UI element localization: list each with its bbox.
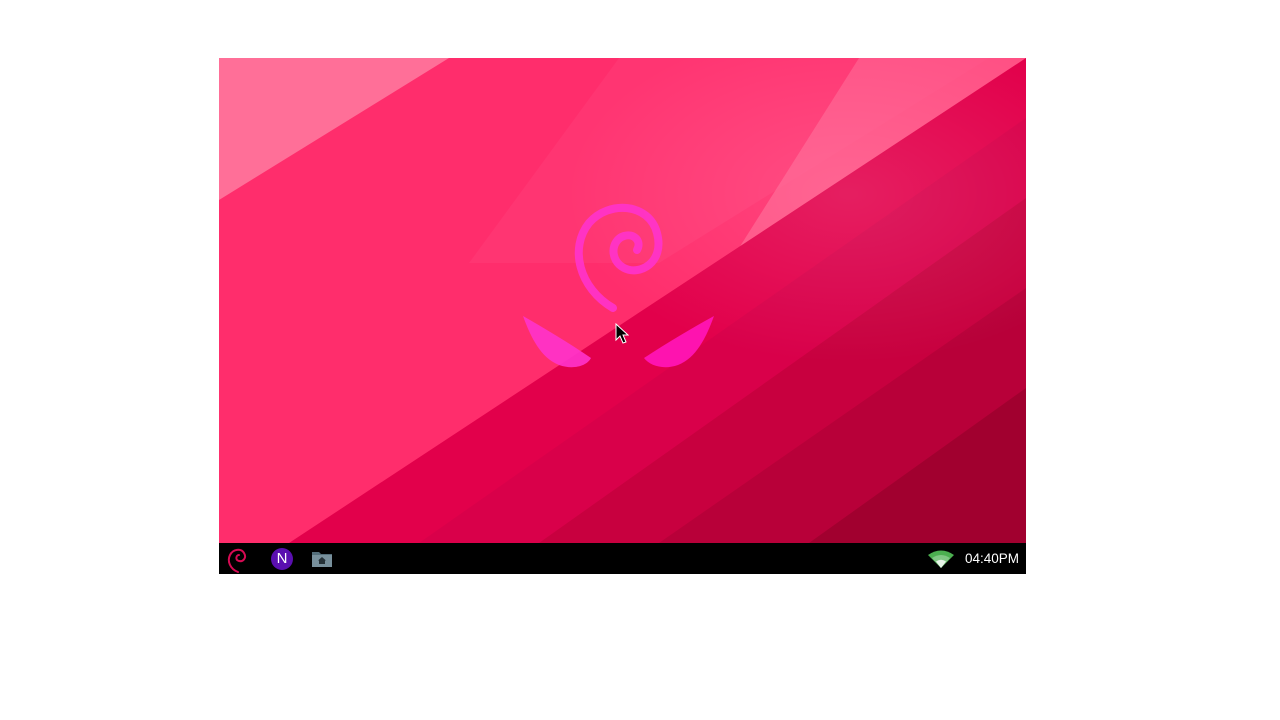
file-manager-button[interactable] <box>311 548 333 570</box>
mouse-cursor-icon <box>615 323 629 344</box>
home-folder-icon <box>312 552 332 567</box>
taskbar: N 04:40PM <box>219 543 1026 574</box>
desktop-wallpaper <box>219 58 1026 543</box>
n-app-icon: N <box>271 548 293 570</box>
desktop-screen: N 04:40PM <box>219 58 1026 574</box>
debian-swirl-icon <box>227 548 247 573</box>
start-menu-button[interactable] <box>223 544 251 574</box>
wifi-status-button[interactable] <box>927 548 955 570</box>
taskbar-clock[interactable]: 04:40PM <box>957 543 1019 574</box>
n-app-button[interactable]: N <box>270 548 294 570</box>
wifi-icon <box>928 550 954 568</box>
